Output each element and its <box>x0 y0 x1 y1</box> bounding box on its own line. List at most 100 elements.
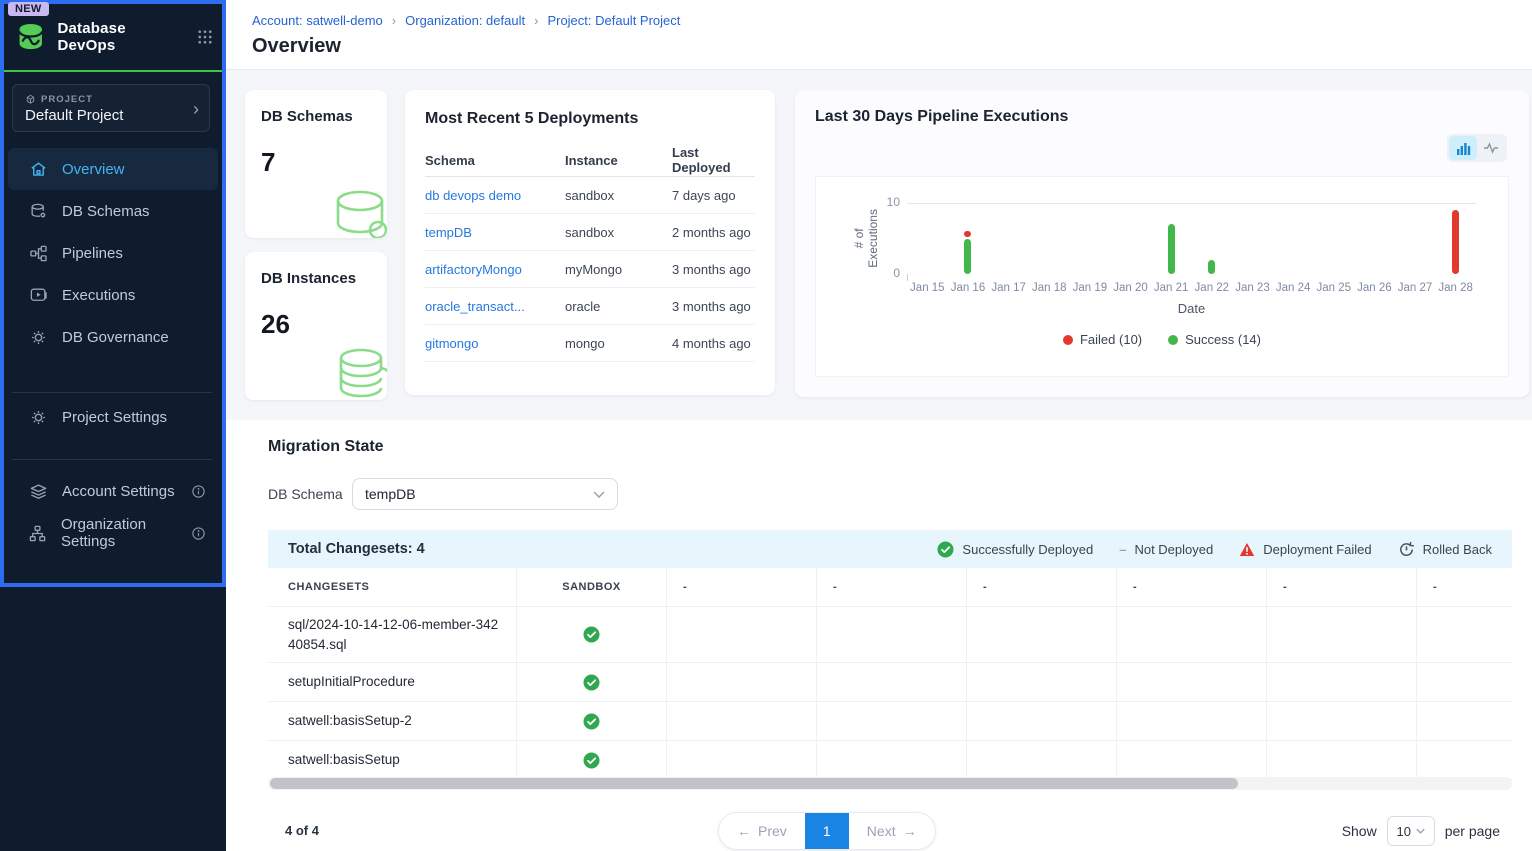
chevron-down-icon <box>593 491 605 498</box>
instance-cell: sandbox <box>565 225 672 240</box>
legend-item[interactable]: Success (14) <box>1168 332 1261 347</box>
page-size-select[interactable]: 10 <box>1387 816 1435 846</box>
empty-status-cell <box>817 741 967 779</box>
instance-cell: sandbox <box>565 188 672 203</box>
breadcrumb-link[interactable]: Project: Default Project <box>547 13 680 28</box>
success-check-icon[interactable] <box>583 752 600 769</box>
success-check-icon[interactable] <box>583 674 600 691</box>
success-check-icon[interactable] <box>583 626 600 643</box>
success-check-icon <box>937 541 954 558</box>
last-deployed-cell: 3 months ago <box>672 262 755 277</box>
sidebar-nav-main: OverviewDB SchemasPipelinesExecutionsDB … <box>0 148 226 358</box>
sidebar-item-project-settings[interactable]: Project Settings <box>8 396 218 438</box>
horizontal-scrollbar[interactable] <box>268 777 1512 790</box>
bar-failed-jan-28[interactable] <box>1452 210 1459 274</box>
instance-cell: myMongo <box>565 262 672 277</box>
changesets-header-row: CHANGESETSSANDBOX------ <box>268 568 1512 607</box>
bar-chart-toggle-icon[interactable] <box>1449 136 1477 160</box>
scrollbar-thumb[interactable] <box>270 778 1238 789</box>
schema-link[interactable]: oracle_transact... <box>425 299 565 314</box>
empty-status-cell <box>1267 702 1417 740</box>
schema-link[interactable]: artifactoryMongo <box>425 262 565 277</box>
bar-success-jan-21[interactable] <box>1168 224 1175 274</box>
last-deployed-cell: 7 days ago <box>672 188 755 203</box>
changeset-name-cell: sql/2024-10-14-12-06-member-34240854.sql <box>268 607 517 662</box>
schema-link[interactable]: tempDB <box>425 225 565 240</box>
schema-link[interactable]: gitmongo <box>425 336 565 351</box>
empty-status-cell <box>1117 607 1267 662</box>
project-selector[interactable]: PROJECT Default Project › <box>12 84 210 132</box>
last-deployed-cell: 4 months ago <box>672 336 755 351</box>
info-icon[interactable] <box>191 484 206 499</box>
schema-link[interactable]: db devops demo <box>425 188 565 203</box>
x-tick-label: Jan 26 <box>1352 282 1396 294</box>
sandbox-status-cell <box>517 607 667 662</box>
changesets-column-header: SANDBOX <box>517 568 667 606</box>
x-tick-label: Jan 18 <box>1027 282 1071 294</box>
sidebar-item-pipelines[interactable]: Pipelines <box>8 232 218 274</box>
sidebar-item-account-settings[interactable]: Account Settings <box>8 470 218 512</box>
status-legend-item: Deployment Failed <box>1239 542 1371 557</box>
prev-page-button[interactable]: ← Prev <box>719 813 805 849</box>
x-tick-label: Jan 15 <box>905 282 949 294</box>
deployments-header-row: SchemaInstanceLast Deployed <box>425 144 755 177</box>
empty-status-cell <box>817 607 967 662</box>
success-check-icon[interactable] <box>583 713 600 730</box>
last-deployed-cell: 2 months ago <box>672 225 755 240</box>
empty-status-cell <box>1417 702 1512 740</box>
empty-status-cell <box>1267 663 1417 701</box>
next-page-button[interactable]: Next → <box>849 813 935 849</box>
sidebar-item-organization-settings[interactable]: Organization Settings <box>8 512 218 554</box>
changesets-column-header: - <box>1417 568 1512 606</box>
legend-item[interactable]: Failed (10) <box>1063 332 1142 347</box>
page-1-button[interactable]: 1 <box>805 813 849 849</box>
sidebar-nav-project: Project Settings <box>0 396 226 438</box>
breadcrumb-link[interactable]: Account: satwell-demo <box>252 13 383 28</box>
changeset-name: setupInitialProcedure <box>288 672 415 692</box>
info-icon[interactable] <box>191 526 206 541</box>
pipeline-executions-card: Last 30 Days Pipeline Executions <box>795 90 1529 397</box>
not-deployed-dash-icon: – <box>1119 542 1126 557</box>
empty-status-cell <box>667 702 817 740</box>
bar-success-jan-16[interactable] <box>964 239 971 275</box>
empty-status-cell <box>1117 702 1267 740</box>
account-layers-icon <box>28 482 48 501</box>
y-tick-label: 0 <box>874 266 900 280</box>
status-legend-label: Rolled Back <box>1423 542 1492 557</box>
empty-status-cell <box>967 607 1117 662</box>
bar-failed-jan-16[interactable] <box>964 231 971 237</box>
main-content: Account: satwell-demo›Organization: defa… <box>226 0 1532 851</box>
x-tick-label: Jan 28 <box>1434 282 1478 294</box>
arrow-left-icon: ← <box>737 823 751 839</box>
sidebar-item-executions[interactable]: Executions <box>8 274 218 316</box>
sidebar-item-label: Organization Settings <box>61 516 177 550</box>
apps-grid-icon[interactable] <box>196 28 214 46</box>
bar-success-jan-22[interactable] <box>1208 260 1215 274</box>
db-schema-select[interactable]: tempDB <box>352 478 618 510</box>
db-schemas-icon <box>28 202 48 221</box>
legend-dot <box>1063 335 1073 345</box>
changesets-column-header: - <box>667 568 817 606</box>
overview-cards-zone: DB Schemas 7 DB Instances 26 <box>226 70 1532 420</box>
empty-status-cell <box>967 741 1117 779</box>
empty-status-cell <box>1267 607 1417 662</box>
line-chart-toggle-icon[interactable] <box>1477 136 1505 160</box>
page-title: Overview <box>252 35 341 58</box>
sidebar-item-db-schemas[interactable]: DB Schemas <box>8 190 218 232</box>
sidebar-item-label: Project Settings <box>62 409 167 426</box>
deployment-row: artifactoryMongomyMongo3 months ago <box>425 251 755 288</box>
chart-title: Last 30 Days Pipeline Executions <box>815 108 1509 126</box>
pipelines-icon <box>28 244 48 263</box>
sidebar-item-overview[interactable]: Overview <box>8 148 218 190</box>
gridline <box>907 203 1476 204</box>
page-size-control: Show 10 per page <box>1342 816 1500 846</box>
x-axis-title: Date <box>907 301 1476 316</box>
changeset-name: satwell:basisSetup-2 <box>288 711 412 731</box>
stat-value: 7 <box>261 147 371 178</box>
changesets-column-header: - <box>1117 568 1267 606</box>
status-legend-item: Successfully Deployed <box>937 541 1093 558</box>
sidebar-item-db-governance[interactable]: DB Governance <box>8 316 218 358</box>
changeset-row: setupInitialProcedure <box>268 663 1512 702</box>
settings-gear-icon <box>28 408 48 427</box>
breadcrumb-link[interactable]: Organization: default <box>405 13 525 28</box>
